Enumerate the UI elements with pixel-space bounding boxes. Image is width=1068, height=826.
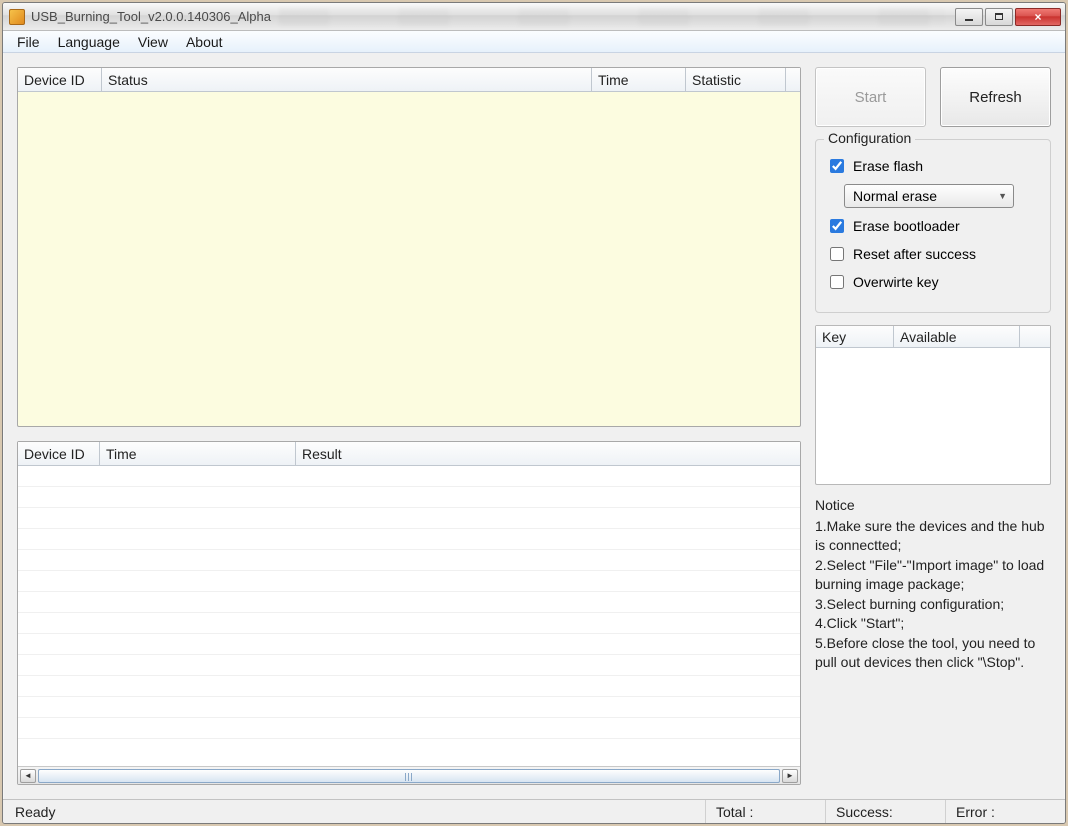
scroll-track[interactable] <box>38 769 780 783</box>
right-column: Start Refresh Configuration Erase flash … <box>815 67 1051 785</box>
status-bar: Ready Total : Success: Error : <box>3 799 1065 823</box>
reset-after-success-label: Reset after success <box>853 246 976 262</box>
notice-item: 2.Select "File"-"Import image" to load b… <box>815 556 1051 594</box>
result-table-body[interactable] <box>18 466 800 766</box>
device-table-body[interactable] <box>18 92 800 426</box>
status-success: Success: <box>825 800 945 823</box>
menu-file[interactable]: File <box>9 32 48 52</box>
device-table-header: Device ID Status Time Statistic <box>18 68 800 92</box>
notice-panel: Notice 1.Make sure the devices and the h… <box>815 497 1051 673</box>
col-available[interactable]: Available <box>894 326 1020 347</box>
erase-bootloader-checkbox[interactable]: Erase bootloader <box>826 216 1040 236</box>
app-icon <box>9 9 25 25</box>
scroll-thumb[interactable] <box>38 769 780 783</box>
status-error: Error : <box>945 800 1053 823</box>
result-table-hscroll[interactable]: ◄ ► <box>18 766 800 784</box>
overwrite-key-input[interactable] <box>830 275 844 289</box>
menu-about[interactable]: About <box>178 32 231 52</box>
result-table: Device ID Time Result ◄ ► <box>17 441 801 785</box>
start-button[interactable]: Start <box>815 67 926 127</box>
key-table: Key Available <box>815 325 1051 485</box>
col-result-time[interactable]: Time <box>100 442 296 465</box>
erase-flash-input[interactable] <box>830 159 844 173</box>
device-table-header-tail <box>786 68 800 91</box>
overwrite-key-label: Overwirte key <box>853 274 939 290</box>
col-time[interactable]: Time <box>592 68 686 91</box>
action-buttons: Start Refresh <box>815 67 1051 127</box>
col-statistic[interactable]: Statistic <box>686 68 786 91</box>
titlebar: USB_Burning_Tool_v2.0.0.140306_Alpha × <box>3 3 1065 31</box>
notice-item: 5.Before close the tool, you need to pul… <box>815 634 1051 672</box>
result-table-header: Device ID Time Result <box>18 442 800 466</box>
col-key-tail <box>1020 326 1050 347</box>
reset-after-success-checkbox[interactable]: Reset after success <box>826 244 1040 264</box>
status-total: Total : <box>705 800 825 823</box>
app-window: USB_Burning_Tool_v2.0.0.140306_Alpha × F… <box>2 2 1066 824</box>
scroll-right-icon[interactable]: ► <box>782 769 798 783</box>
minimize-button[interactable] <box>955 8 983 26</box>
device-table: Device ID Status Time Statistic <box>17 67 801 427</box>
background-tabs-blur <box>279 8 945 26</box>
window-title: USB_Burning_Tool_v2.0.0.140306_Alpha <box>31 9 271 24</box>
erase-mode-combo[interactable]: Normal erase ▼ <box>844 184 1014 208</box>
refresh-button[interactable]: Refresh <box>940 67 1051 127</box>
notice-item: 1.Make sure the devices and the hub is c… <box>815 517 1051 555</box>
menu-view[interactable]: View <box>130 32 176 52</box>
notice-items: 1.Make sure the devices and the hub is c… <box>815 517 1051 672</box>
configuration-group: Configuration Erase flash Normal erase ▼… <box>815 139 1051 313</box>
menu-language[interactable]: Language <box>50 32 128 52</box>
scroll-left-icon[interactable]: ◄ <box>20 769 36 783</box>
maximize-button[interactable] <box>985 8 1013 26</box>
chevron-down-icon: ▼ <box>998 191 1007 201</box>
status-ready: Ready <box>15 800 65 823</box>
erase-flash-label: Erase flash <box>853 158 923 174</box>
erase-flash-checkbox[interactable]: Erase flash <box>826 156 1040 176</box>
notice-item: 3.Select burning configuration; <box>815 595 1051 614</box>
menu-bar: File Language View About <box>3 31 1065 53</box>
configuration-legend: Configuration <box>824 130 915 146</box>
overwrite-key-checkbox[interactable]: Overwirte key <box>826 272 1040 292</box>
close-button[interactable]: × <box>1015 8 1061 26</box>
key-table-body[interactable] <box>816 348 1050 484</box>
notice-title: Notice <box>815 497 1051 513</box>
reset-after-success-input[interactable] <box>830 247 844 261</box>
col-status[interactable]: Status <box>102 68 592 91</box>
window-controls: × <box>953 8 1061 26</box>
erase-mode-value: Normal erase <box>853 188 937 204</box>
left-column: Device ID Status Time Statistic Device I… <box>17 67 801 785</box>
col-result-device-id[interactable]: Device ID <box>18 442 100 465</box>
erase-bootloader-input[interactable] <box>830 219 844 233</box>
client-area: Device ID Status Time Statistic Device I… <box>3 53 1065 799</box>
notice-item: 4.Click "Start"; <box>815 614 1051 633</box>
erase-bootloader-label: Erase bootloader <box>853 218 960 234</box>
col-device-id[interactable]: Device ID <box>18 68 102 91</box>
col-key[interactable]: Key <box>816 326 894 347</box>
col-result-result[interactable]: Result <box>296 442 800 465</box>
key-table-header: Key Available <box>816 326 1050 348</box>
